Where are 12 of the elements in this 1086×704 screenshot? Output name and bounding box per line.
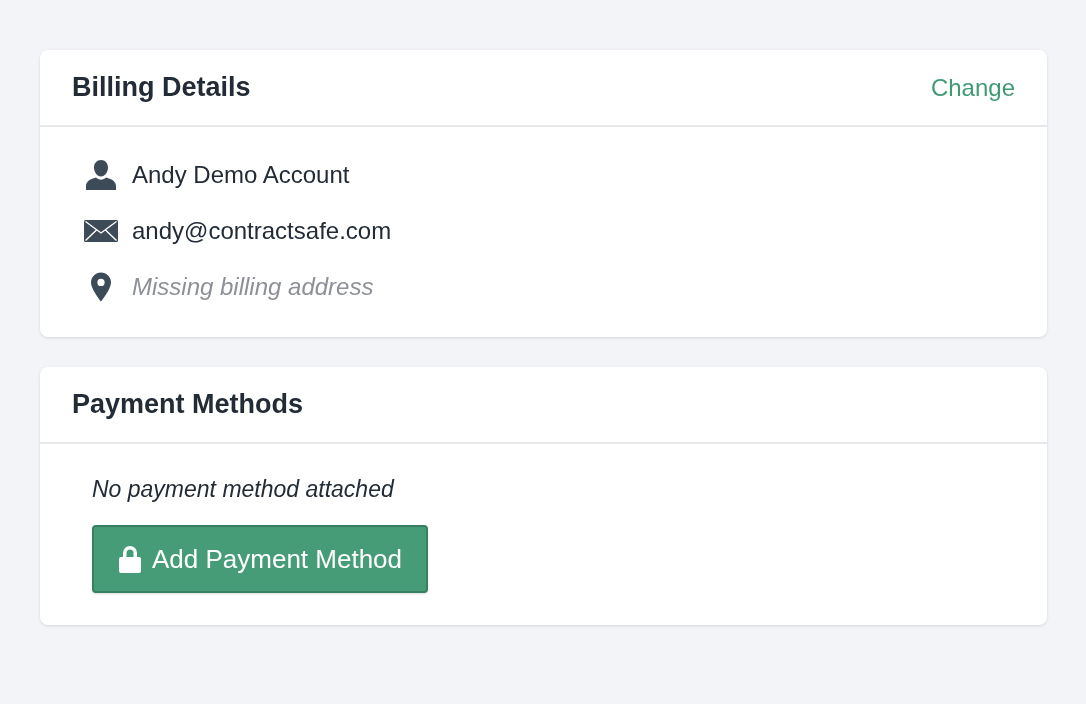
missing-address-text: Missing billing address	[132, 272, 374, 302]
envelope-icon	[84, 220, 118, 242]
add-payment-method-button[interactable]: Add Payment Method	[92, 525, 429, 593]
card-title: Billing Details	[72, 74, 251, 101]
lock-icon	[118, 545, 142, 573]
card-title: Payment Methods	[72, 391, 304, 418]
detail-text: Andy Demo Account	[132, 160, 350, 190]
map-pin-icon	[91, 272, 111, 302]
detail-text: andy@contractsafe.com	[132, 216, 392, 246]
person-icon	[85, 159, 117, 191]
empty-message: No payment method attached	[92, 478, 394, 501]
change-link[interactable]: Change	[930, 75, 1015, 100]
